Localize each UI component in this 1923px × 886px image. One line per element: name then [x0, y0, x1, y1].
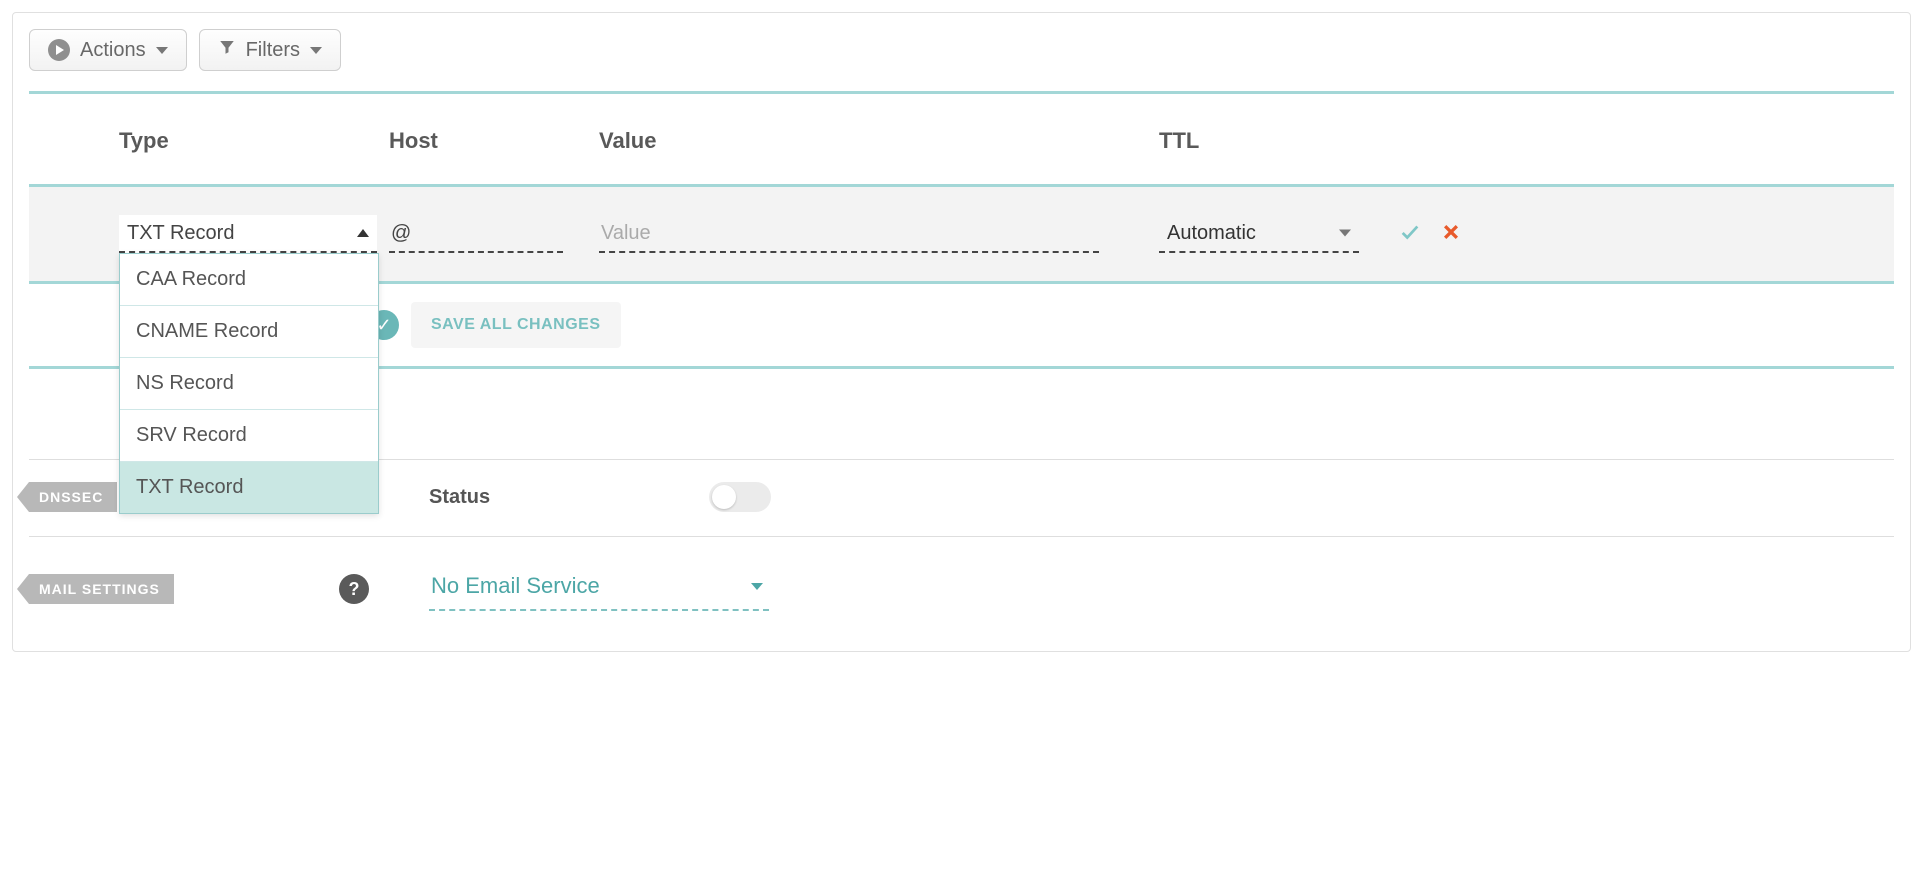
x-icon	[1441, 222, 1461, 242]
mail-selected-value: No Email Service	[431, 573, 600, 599]
type-option[interactable]: CNAME Record	[120, 306, 378, 358]
toggle-knob	[712, 485, 736, 509]
status-label: Status	[429, 486, 709, 509]
type-option[interactable]: CAA Record	[120, 254, 378, 306]
actions-label: Actions	[80, 39, 146, 62]
ttl-selected-value: Automatic	[1167, 222, 1256, 245]
chevron-down-icon	[310, 47, 322, 54]
col-type: Type	[119, 128, 389, 154]
col-value: Value	[599, 128, 1159, 154]
funnel-icon	[218, 38, 236, 62]
chevron-down-icon	[1339, 230, 1351, 237]
filters-button[interactable]: Filters	[199, 29, 341, 71]
check-icon	[1399, 221, 1421, 243]
table-header-row: Type Host Value TTL	[29, 94, 1894, 184]
chevron-up-icon	[357, 229, 369, 237]
records-table: Type Host Value TTL TXT Record CAA Recor…	[29, 94, 1894, 369]
value-input[interactable]	[599, 215, 1099, 253]
mail-service-select[interactable]: No Email Service	[429, 567, 769, 611]
type-select-wrap: TXT Record CAA RecordCNAME RecordNS Reco…	[119, 215, 377, 253]
save-all-button[interactable]: SAVE ALL CHANGES	[411, 302, 621, 348]
host-input[interactable]	[389, 215, 563, 253]
filters-label: Filters	[246, 39, 300, 62]
mail-section: MAIL SETTINGS ? No Email Service	[29, 567, 1894, 627]
dns-panel: Actions Filters Type Host Value TTL	[12, 12, 1911, 652]
type-dropdown[interactable]: CAA RecordCNAME RecordNS RecordSRV Recor…	[119, 253, 379, 514]
help-icon[interactable]: ?	[339, 574, 369, 604]
play-icon	[48, 39, 70, 61]
cancel-button[interactable]	[1441, 222, 1461, 247]
dnssec-tag: DNSSEC	[29, 482, 117, 512]
type-select[interactable]: TXT Record	[119, 215, 377, 253]
type-option[interactable]: TXT Record	[120, 462, 378, 513]
col-host: Host	[389, 128, 599, 154]
type-option[interactable]: SRV Record	[120, 410, 378, 462]
dnssec-toggle[interactable]	[709, 482, 771, 512]
chevron-down-icon	[751, 583, 763, 590]
confirm-button[interactable]	[1399, 221, 1421, 248]
col-ttl: TTL	[1159, 128, 1359, 154]
type-selected-value: TXT Record	[127, 222, 234, 245]
type-option[interactable]: NS Record	[120, 358, 378, 410]
ttl-select[interactable]: Automatic	[1159, 215, 1359, 253]
actions-button[interactable]: Actions	[29, 29, 187, 71]
mail-settings-tag: MAIL SETTINGS	[29, 574, 174, 604]
record-edit-row: TXT Record CAA RecordCNAME RecordNS Reco…	[29, 184, 1894, 284]
toolbar: Actions Filters	[29, 29, 1894, 71]
chevron-down-icon	[156, 47, 168, 54]
divider	[29, 536, 1894, 537]
